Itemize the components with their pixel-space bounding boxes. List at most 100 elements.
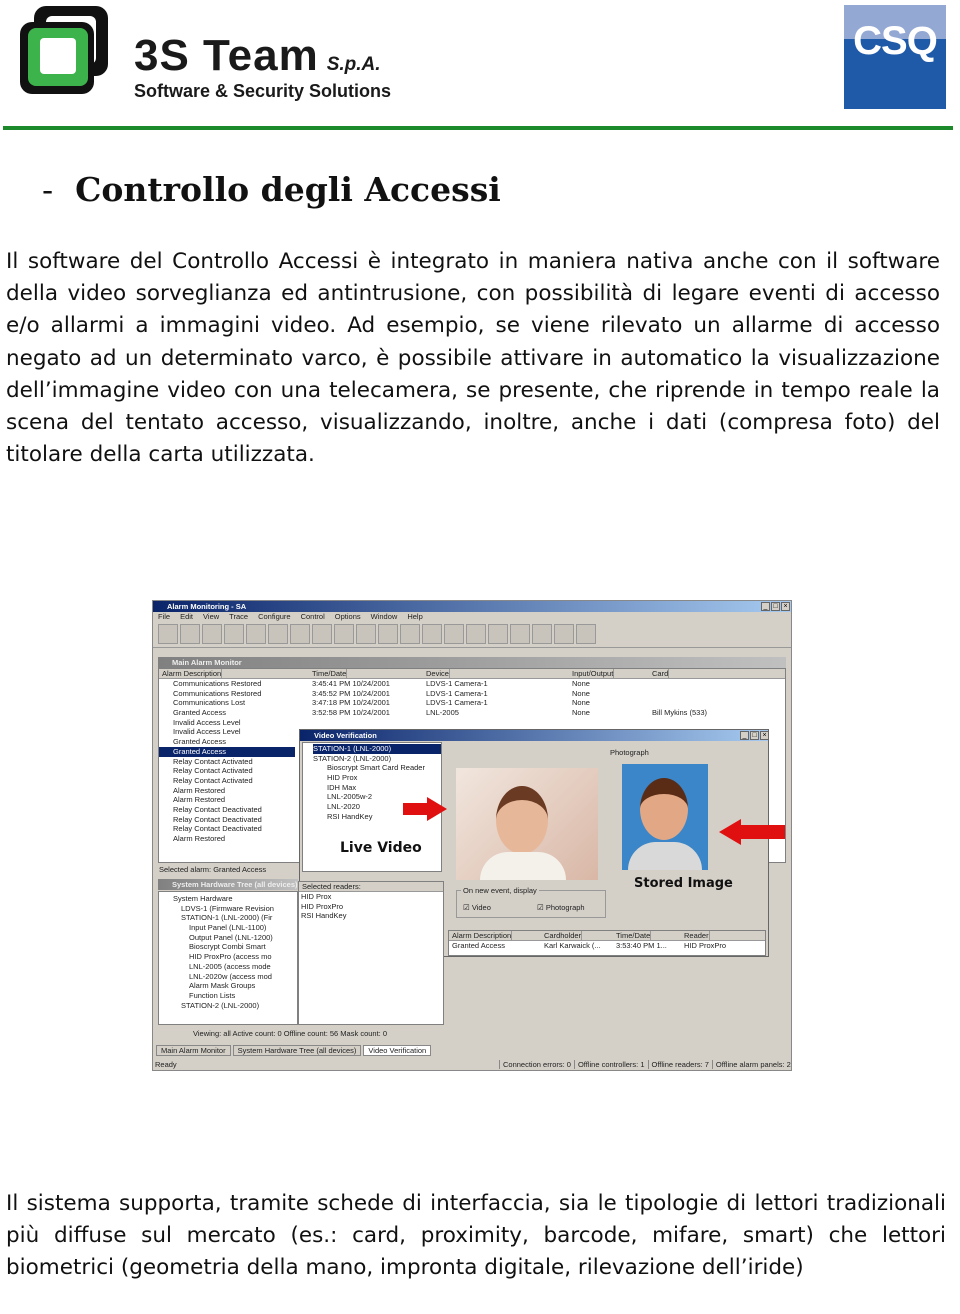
table-row[interactable]: Granted Access — [159, 737, 295, 747]
menu-item-window[interactable]: Window — [371, 612, 398, 621]
toolbar-button[interactable] — [488, 623, 508, 644]
menu-item-edit[interactable]: Edit — [180, 612, 193, 621]
section-title: - Controllo degli Accessi — [42, 170, 501, 209]
selected-readers-panel: Selected readers: HID Prox HID ProxPro RSI… — [298, 881, 444, 1025]
menu-item-options[interactable]: Options — [335, 612, 361, 621]
reader-item[interactable]: HID Prox — [301, 892, 443, 902]
toolbar-button[interactable] — [422, 623, 442, 644]
toolbar-button[interactable] — [202, 623, 222, 644]
tree-item[interactable]: LNL-2005 (access mode — [173, 962, 297, 972]
photograph-checkbox[interactable]: ☑ Photograph — [537, 903, 585, 912]
table-row[interactable]: Alarm Restored — [159, 834, 295, 844]
reader-item[interactable]: HID ProxPro — [301, 902, 443, 912]
table-row[interactable]: Alarm Restored — [159, 795, 295, 805]
header-divider — [3, 126, 953, 130]
table-row[interactable]: Communications Restored 3:45:41 PM 10/24/… — [159, 679, 785, 689]
maximize-icon: □ — [750, 731, 759, 740]
tree-item[interactable]: STATION-1 (LNL-2000) — [313, 744, 441, 754]
toolbar-button[interactable] — [400, 623, 420, 644]
table-row[interactable]: Communications Restored 3:45:52 PM 10/24/… — [159, 689, 785, 699]
window-tabs: Main Alarm Monitor System Hardware Tree (… — [156, 1045, 433, 1057]
menu-item-view[interactable]: View — [203, 612, 219, 621]
tree-item[interactable]: LDVS-1 (Firmware Revision — [173, 904, 297, 914]
toolbar-button[interactable] — [312, 623, 332, 644]
table-row[interactable]: Granted Access — [159, 746, 295, 757]
table-row[interactable]: Relay Contact Activated — [159, 766, 295, 776]
table-row[interactable]: Communications Lost 3:47:18 PM 10/24/2001… — [159, 698, 785, 708]
tree-item[interactable]: HID Prox — [313, 773, 441, 783]
toolbar-button[interactable] — [334, 623, 354, 644]
column-header[interactable]: Time/Date — [613, 931, 652, 941]
table-row[interactable]: Relay Contact Activated — [159, 757, 295, 767]
menu-item-control[interactable]: Control — [301, 612, 325, 621]
tree-item[interactable]: System Hardware — [173, 894, 297, 904]
tree-item[interactable]: LNL-2020w (access mod — [173, 972, 297, 982]
tree-item[interactable]: HID ProxPro (access mo — [173, 952, 297, 962]
tree-item[interactable]: Output Panel (LNL-1200) — [173, 933, 297, 943]
table-cell: 3:47:18 PM 10/24/2001 — [312, 698, 390, 708]
toolbar-button[interactable] — [554, 623, 574, 644]
table-row[interactable]: Relay Contact Deactivated — [159, 824, 295, 834]
column-header[interactable]: Alarm Description — [449, 931, 513, 941]
toolbar-button[interactable] — [510, 623, 530, 644]
tree-item[interactable]: Bioscrypt Combi Smart — [173, 942, 297, 952]
column-header[interactable]: Cardholder — [541, 931, 583, 941]
table-row[interactable]: Relay Contact Deactivated — [159, 815, 295, 825]
table-row[interactable]: Alarm Restored — [159, 786, 295, 796]
tree-item[interactable]: Function Lists — [173, 991, 297, 1001]
tree-item[interactable]: STATION-1 (LNL-2000) (Fir — [173, 913, 297, 923]
photograph-checkbox-label: Photograph — [545, 903, 585, 912]
live-video-image — [456, 768, 598, 880]
toolbar-button[interactable] — [158, 623, 178, 644]
table-row[interactable]: Invalid Access Level — [159, 718, 295, 728]
table-row[interactable]: Relay Contact Activated — [159, 776, 295, 786]
event-list: Alarm Description Cardholder Time/Date Read… — [448, 930, 766, 956]
tree-item[interactable]: STATION-2 (LNL-2000) — [173, 1001, 297, 1011]
toolbar-button[interactable] — [532, 623, 552, 644]
table-cell: 3:53:40 PM 1... — [616, 941, 667, 950]
main-monitor-titlebar: Main Alarm Monitor — [158, 657, 786, 668]
table-row[interactable]: Invalid Access Level — [159, 727, 295, 737]
column-header[interactable]: Card — [649, 669, 670, 679]
video-verification-title: Video Verification — [314, 731, 377, 740]
video-checkbox-label: Video — [471, 903, 491, 912]
menu-item-configure[interactable]: Configure — [258, 612, 291, 621]
reader-item[interactable]: RSI HandKey — [301, 911, 443, 921]
video-checkbox[interactable]: ☑ Video — [463, 903, 491, 912]
column-header[interactable]: Alarm Description — [159, 669, 223, 679]
toolbar-button[interactable] — [180, 623, 200, 644]
toolbar-button[interactable] — [466, 623, 486, 644]
tree-item[interactable]: STATION-2 (LNL-2000) — [313, 754, 441, 764]
toolbar-button[interactable] — [246, 623, 266, 644]
toolbar-button[interactable] — [576, 623, 596, 644]
tab-2[interactable]: System Hardware Tree (all devices) — [232, 1045, 362, 1056]
table-cell: Granted Access — [173, 708, 226, 718]
tab-3[interactable]: Video Verification — [363, 1045, 432, 1056]
toolbar-button[interactable] — [444, 623, 464, 644]
toolbar-button[interactable] — [290, 623, 310, 644]
column-header[interactable]: Device — [423, 669, 450, 679]
company-brand: 3S Team S.p.A. Software & Security Soluti… — [134, 34, 391, 102]
table-row[interactable]: Granted Access Karl Karwaick (... 3:53:40 … — [449, 941, 765, 951]
column-header[interactable]: Time/Date — [309, 669, 348, 679]
toolbar-button[interactable] — [268, 623, 288, 644]
table-row[interactable]: Relay Contact Deactivated — [159, 805, 295, 815]
tree-item[interactable]: Bioscrypt Smart Card Reader — [313, 763, 441, 773]
column-header[interactable]: Reader — [681, 931, 710, 941]
toolbar-button[interactable] — [224, 623, 244, 644]
live-video-label: Live Video — [340, 840, 422, 856]
tree-item[interactable]: IDH Max — [313, 783, 441, 793]
table-row[interactable]: Granted Access 3:52:58 PM 10/24/2001 LNL-2… — [159, 708, 785, 718]
intro-paragraph: Il software del Controllo Accessi è inte… — [6, 249, 940, 468]
menu-item-file[interactable]: File — [158, 612, 170, 621]
menu-item-trace[interactable]: Trace — [229, 612, 248, 621]
toolbar-button[interactable] — [378, 623, 398, 644]
tab-1[interactable]: Main Alarm Monitor — [156, 1045, 231, 1056]
column-header[interactable]: Input/Output — [569, 669, 615, 679]
status-ready: Ready — [155, 1060, 177, 1069]
menu-item-help[interactable]: Help — [407, 612, 422, 621]
main-monitor-title: Main Alarm Monitor — [172, 658, 242, 667]
toolbar-button[interactable] — [356, 623, 376, 644]
tree-item[interactable]: Input Panel (LNL-1100) — [173, 923, 297, 933]
tree-item[interactable]: Alarm Mask Groups — [173, 981, 297, 991]
